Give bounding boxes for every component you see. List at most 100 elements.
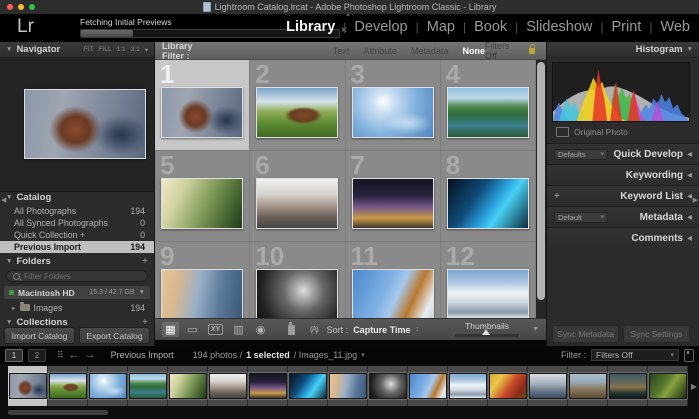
back-arrow-icon[interactable]: ← bbox=[69, 350, 80, 361]
grid-cell[interactable]: 7 bbox=[346, 151, 441, 242]
add-folder-icon[interactable]: + bbox=[142, 256, 148, 267]
photo-thumbnail-barn-meadow[interactable] bbox=[256, 87, 338, 138]
photo-thumbnail-fantasy-artwork[interactable] bbox=[161, 87, 243, 138]
filter-option-text[interactable]: Text bbox=[333, 46, 350, 56]
filmstrip-cell[interactable] bbox=[88, 366, 128, 406]
module-map[interactable]: Map bbox=[427, 19, 455, 35]
filmstrip-cell[interactable] bbox=[328, 366, 368, 406]
photo-thumbnail-sky-blossoms[interactable] bbox=[352, 87, 434, 138]
grid-cell[interactable]: 6 bbox=[250, 151, 345, 242]
grid-cell[interactable]: 2 bbox=[250, 60, 345, 151]
panel-section-comments[interactable]: Comments◀ bbox=[547, 227, 699, 248]
grid-scrollbar[interactable] bbox=[536, 60, 546, 318]
filmstrip-thumbnail-rocky-coast[interactable] bbox=[569, 373, 607, 399]
preset-dropdown-metadata[interactable]: Default▾ bbox=[554, 212, 608, 223]
filter-switch-icon[interactable] bbox=[684, 349, 694, 362]
photo-thumbnail-misty-forest[interactable] bbox=[161, 178, 243, 229]
module-print[interactable]: Print bbox=[611, 19, 641, 35]
filmstrip-cell[interactable] bbox=[528, 366, 568, 406]
filmstrip-cell[interactable] bbox=[568, 366, 608, 406]
filmstrip-thumbnail-sky-blossoms[interactable] bbox=[89, 373, 127, 399]
photo-thumbnail-snowy-peaks[interactable] bbox=[447, 269, 529, 318]
add-keyword-icon[interactable]: + bbox=[554, 191, 560, 202]
module-library[interactable]: Library bbox=[286, 19, 335, 35]
photo-thumbnail-bw-portrait[interactable] bbox=[256, 269, 338, 318]
filmstrip-thumbnail-rail-yard[interactable] bbox=[209, 373, 247, 399]
sort-direction-icon[interactable]: (A) bbox=[310, 325, 318, 334]
panel-section-keywording[interactable]: Keywording◀ bbox=[547, 164, 699, 185]
photo-thumbnail-rail-yard[interactable] bbox=[256, 178, 338, 229]
histogram-header[interactable]: Histogram ▼ bbox=[547, 42, 699, 58]
navigator-zoom-dropdown-icon[interactable]: ▾ bbox=[145, 46, 148, 54]
export-catalog-button[interactable]: Export Catalog bbox=[79, 327, 150, 344]
navigator-zoom-3-1[interactable]: 3:1 bbox=[131, 46, 140, 53]
filter-preset[interactable]: Filters Off bbox=[485, 41, 519, 61]
filter-option-none[interactable]: None bbox=[462, 46, 485, 56]
collapse-top-panel-icon[interactable]: ▲ bbox=[345, 12, 351, 18]
filter-lock-icon[interactable] bbox=[529, 48, 535, 54]
navigator-zoom-1-1[interactable]: 1:1 bbox=[117, 46, 126, 53]
volume-row[interactable]: Macintosh HD 15.3 / 42.7 GB ▼ bbox=[4, 286, 150, 299]
filmstrip-thumbnail-lake-sunset[interactable] bbox=[609, 373, 647, 399]
filmstrip-next-icon[interactable]: ▶ bbox=[691, 382, 697, 391]
painter-tool-icon[interactable] bbox=[288, 325, 295, 335]
filter-option-attribute[interactable]: Attribute bbox=[363, 46, 397, 56]
filmstrip-cell[interactable] bbox=[608, 366, 648, 406]
sync-metadata-button[interactable]: Sync Metadata bbox=[552, 325, 619, 343]
filter-dropdown[interactable]: Filters Off ▾ bbox=[591, 349, 679, 361]
toolbar-options-icon[interactable]: ▼ bbox=[532, 326, 539, 333]
photo-thumbnail-tiger-on-mountain[interactable] bbox=[352, 269, 434, 318]
grid-cell[interactable]: 5 bbox=[155, 151, 250, 242]
folder-row-images[interactable]: ▸ Images 194 bbox=[0, 301, 154, 314]
filmstrip-thumbnail-folk-art-painting[interactable] bbox=[489, 373, 527, 399]
filter-folders-input[interactable]: Filter Folders bbox=[6, 270, 148, 282]
filmstrip-cell[interactable] bbox=[168, 366, 208, 406]
navigator-header[interactable]: ▼ Navigator FITFILL1:13:1▾ bbox=[0, 42, 154, 58]
disclosure-right-icon[interactable]: ▸ bbox=[12, 304, 16, 312]
module-develop[interactable]: Develop bbox=[354, 19, 407, 35]
filmstrip-thumbnail-bw-portrait[interactable] bbox=[369, 373, 407, 399]
filmstrip-thumbnail-forest-stream[interactable] bbox=[649, 373, 687, 399]
panel-section-metadata[interactable]: Default▾Metadata◀ bbox=[547, 206, 699, 227]
filmstrip-cell[interactable] bbox=[8, 366, 48, 406]
filmstrip-thumbnail-mountain-sunrise-panorama[interactable] bbox=[329, 373, 367, 399]
navigator-zoom-fit[interactable]: FIT bbox=[84, 46, 94, 53]
thumbnail-size-slider[interactable] bbox=[455, 334, 519, 337]
forward-arrow-icon[interactable]: → bbox=[85, 350, 96, 361]
sort-caret-icon[interactable]: ↕ bbox=[416, 326, 420, 333]
filmstrip-thumbnail-snowy-peaks[interactable] bbox=[449, 373, 487, 399]
navigator-zoom-fill[interactable]: FILL bbox=[99, 46, 112, 53]
catalog-header[interactable]: ▼ Catalog bbox=[0, 191, 154, 204]
filmstrip-thumbnail-misty-forest[interactable] bbox=[169, 373, 207, 399]
navigator-preview[interactable] bbox=[0, 58, 154, 192]
grid-cell[interactable]: 1 bbox=[155, 60, 250, 151]
people-view-button[interactable]: ◉ bbox=[252, 322, 269, 337]
grid-cell[interactable]: 12 bbox=[441, 242, 536, 318]
catalog-item[interactable]: All Synced Photographs0 bbox=[0, 217, 154, 229]
grid-view-shortcut-icon[interactable]: ⠿ bbox=[57, 350, 64, 361]
filmstrip-cell[interactable] bbox=[288, 366, 328, 406]
grid-cell[interactable]: 4 bbox=[441, 60, 536, 151]
filmstrip-thumbnail-lakeside-trees[interactable] bbox=[129, 373, 167, 399]
panel-section-keyword-list[interactable]: +Keyword List◀ bbox=[547, 185, 699, 206]
filmstrip-cell[interactable] bbox=[448, 366, 488, 406]
module-web[interactable]: Web bbox=[660, 19, 690, 35]
filmstrip-thumbnail-city-night-skyline[interactable] bbox=[249, 373, 287, 399]
grid-scrollbar-thumb[interactable] bbox=[537, 62, 545, 300]
grid-cell[interactable]: 10 bbox=[250, 242, 345, 318]
filmstrip-cell[interactable] bbox=[408, 366, 448, 406]
filmstrip-thumbnail-barn-meadow[interactable] bbox=[49, 373, 87, 399]
grid-view-button[interactable]: ▦ bbox=[162, 322, 179, 337]
histogram-chart[interactable] bbox=[552, 62, 690, 122]
collapse-left-panel-icon[interactable]: ◀ bbox=[1, 196, 6, 204]
filmstrip-cell[interactable] bbox=[648, 366, 688, 406]
filmstrip-cell[interactable] bbox=[48, 366, 88, 406]
slider-thumb[interactable] bbox=[482, 329, 490, 335]
photo-thumbnail-city-night-skyline[interactable] bbox=[352, 178, 434, 229]
survey-view-button[interactable]: ▥ bbox=[230, 322, 247, 337]
filmstrip-cell[interactable] bbox=[128, 366, 168, 406]
loupe-view-button[interactable]: ▭ bbox=[184, 322, 201, 337]
import-catalog-button[interactable]: Import Catalog bbox=[4, 327, 75, 344]
filmstrip-thumbnail-blue-abstract[interactable] bbox=[289, 373, 327, 399]
preset-dropdown-quick-develop[interactable]: Defaults▾ bbox=[554, 149, 608, 160]
